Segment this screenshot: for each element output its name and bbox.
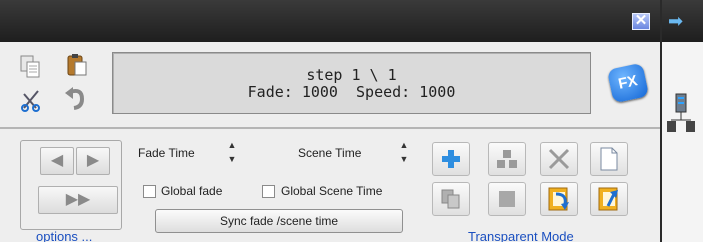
undo-icon[interactable] [64, 86, 86, 110]
fade-time-spinner[interactable]: ▲ ▼ [224, 138, 240, 168]
stop-button[interactable] [488, 182, 526, 216]
import-icon [548, 187, 569, 211]
group-icon [497, 150, 517, 168]
fade-speed-readout: Fade: 1000 Speed: 1000 [247, 83, 456, 101]
step-display: step 1 \ 1 Fade: 1000 Speed: 1000 [112, 52, 591, 114]
copy-step-button[interactable] [432, 182, 470, 216]
next-step-button[interactable]: ▶ [76, 147, 110, 175]
transparent-mode-link[interactable]: Transparent Mode [468, 229, 574, 242]
step-counter: step 1 \ 1 [306, 66, 397, 84]
close-button[interactable]: ✕ [632, 13, 650, 30]
fast-forward-button[interactable]: ▶▶ [38, 186, 118, 214]
add-step-icon [442, 150, 460, 168]
spin-down-icon[interactable]: ▼ [224, 152, 240, 166]
paste-icon[interactable] [66, 53, 88, 77]
sync-fade-scene-time-button[interactable]: Sync fade /scene time [155, 209, 403, 233]
group-button[interactable] [488, 142, 526, 176]
side-export-icon[interactable]: ➡ [668, 12, 688, 32]
section-divider [0, 127, 660, 129]
copy-step-icon [441, 189, 460, 209]
new-file-icon [600, 147, 618, 171]
delete-icon [548, 148, 570, 170]
copy-icon[interactable] [20, 55, 42, 79]
stop-icon [499, 191, 515, 207]
spin-up-icon[interactable]: ▲ [224, 138, 240, 152]
cut-icon[interactable] [20, 88, 42, 112]
global-scene-time-label: Global Scene Time [281, 184, 383, 198]
export-button[interactable] [590, 182, 628, 216]
global-fade-label: Global fade [161, 184, 223, 198]
export-icon [598, 187, 618, 211]
import-button[interactable] [540, 182, 578, 216]
side-strip [662, 42, 703, 242]
options-link[interactable]: options ... [36, 229, 92, 242]
new-file-button[interactable] [590, 142, 628, 176]
network-devices-icon[interactable] [666, 92, 696, 136]
title-bar [0, 0, 703, 42]
fade-time-label: Fade Time [138, 146, 195, 160]
scene-time-label: Scene Time [298, 146, 362, 160]
previous-step-button[interactable]: ◀ [40, 147, 74, 175]
delete-button[interactable] [540, 142, 578, 176]
spin-down-icon[interactable]: ▼ [396, 152, 412, 166]
global-fade-checkbox[interactable] [143, 185, 156, 198]
spin-up-icon[interactable]: ▲ [396, 138, 412, 152]
global-scene-time-checkbox[interactable] [262, 185, 275, 198]
scene-time-spinner[interactable]: ▲ ▼ [396, 138, 412, 168]
add-step-button[interactable] [432, 142, 470, 176]
